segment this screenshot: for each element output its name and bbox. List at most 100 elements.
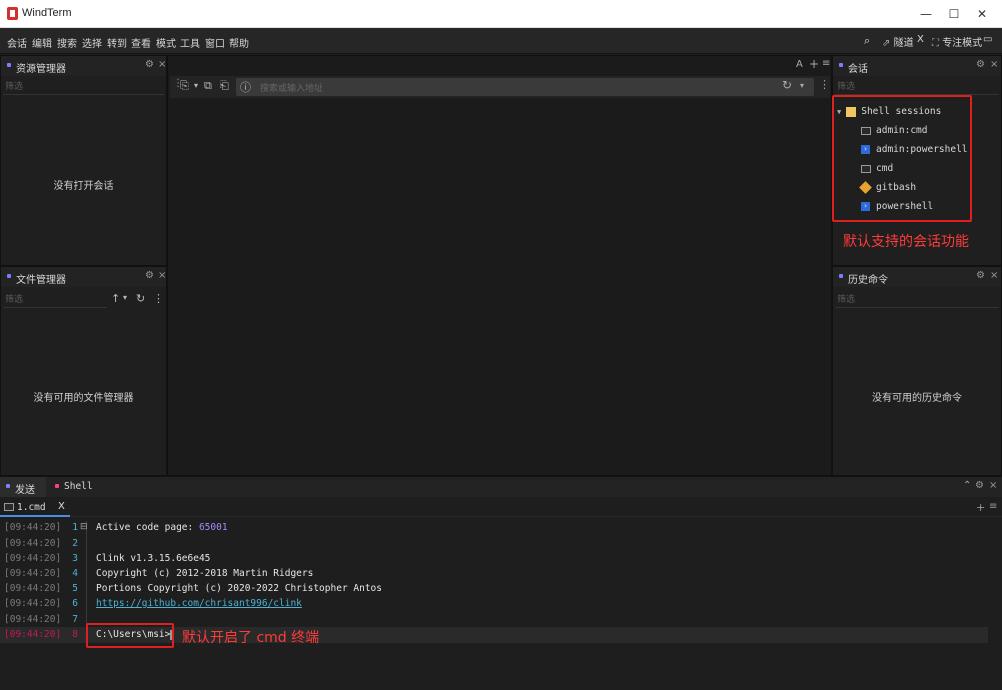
menu-help[interactable]: 帮助 [229, 35, 249, 50]
menu-edit[interactable]: 编辑 [32, 35, 52, 50]
explorer-filter-input[interactable]: 筛选 [3, 79, 164, 95]
refresh-icon[interactable]: ↻ [782, 78, 792, 92]
editor-area: A + ≡ ⋮ ⎘ ▾ ⧉ ⎗ ⓘ 搜索或输入地址 ↻ ▾ ⋮ [167, 55, 832, 476]
file-manager-empty-message: 没有可用的文件管理器 [33, 393, 134, 404]
maximize-button[interactable]: ☐ [940, 4, 968, 24]
close-tab-button[interactable]: X [58, 501, 65, 512]
window-title: WindTerm [22, 7, 72, 19]
chevron-down-icon[interactable]: ▾ [194, 81, 198, 90]
close-icon[interactable]: × [989, 480, 997, 491]
file-filter-input[interactable]: 筛选 [3, 292, 107, 308]
tunnel-icon: ⇗ [882, 38, 891, 49]
explorer-title: 资源管理器 [16, 64, 66, 75]
file-manager-header: 文件管理器 ⚙ × [1, 267, 166, 287]
menu-view[interactable]: 查看 [131, 35, 151, 50]
close-icon[interactable]: × [990, 270, 998, 281]
menu-mode[interactable]: 模式 [156, 35, 176, 50]
address-input[interactable]: ⓘ 搜索或输入地址 ↻ ▾ [236, 78, 814, 96]
explorer-header: 资源管理器 ⚙ × [1, 56, 166, 76]
gear-icon[interactable]: ⚙ [975, 480, 984, 491]
chevron-up-icon[interactable]: ⌃ [963, 480, 971, 491]
terminal-link[interactable]: https://github.com/chrisant996/clink [96, 598, 302, 609]
terminal-line: [09:44:20] [4, 522, 62, 533]
menu-select[interactable]: 选择 [82, 35, 102, 50]
history-header: 历史命令 ⚙ × [833, 267, 1001, 287]
terminal-line: [09:44:20] [4, 583, 62, 594]
x-button[interactable]: X [917, 34, 924, 45]
line-number: 7 [72, 614, 78, 625]
windterm-logo-icon [7, 7, 18, 20]
gear-icon[interactable]: ⚙ [145, 59, 154, 70]
menu-session[interactable]: 会话 [7, 35, 27, 50]
terminal-annotation: 默认开启了 cmd 终端 [182, 630, 320, 646]
line-number: 6 [72, 598, 78, 609]
tab-shell[interactable]: Shell [50, 477, 100, 497]
tunnel-button[interactable]: ⇗ 隧道 [882, 34, 914, 49]
tabs-menu-button[interactable]: ≡ [989, 501, 997, 512]
pin-icon [6, 484, 10, 488]
menu-tools[interactable]: 工具 [180, 35, 200, 50]
line-number: 4 [72, 568, 78, 579]
chevron-down-icon[interactable]: ▾ [800, 81, 804, 90]
annotation-highlight-box [832, 95, 972, 222]
history-panel: 历史命令 ⚙ × 筛选 没有可用的历史命令 [832, 266, 1002, 476]
fold-icon[interactable]: ⊟ [80, 522, 88, 532]
chevron-down-icon[interactable]: ▾ [123, 293, 127, 302]
minimize-button[interactable]: — [912, 4, 940, 24]
explorer-empty-message: 没有打开会话 [53, 181, 114, 192]
add-tab-button[interactable]: + [809, 57, 819, 71]
tab-send[interactable]: 发送 [0, 477, 46, 497]
sessions-filter-input[interactable]: 筛选 [835, 79, 999, 95]
file-manager-panel: 文件管理器 ⚙ × 筛选 ↑ ▾ ↻ ⋮ 没有可用的文件管理器 [0, 266, 167, 476]
sessions-header: 会话 ⚙ × [833, 56, 1001, 76]
new-session-icon[interactable]: ⎘ [180, 79, 189, 93]
copy-icon[interactable]: ⎗ [220, 79, 229, 93]
bottom-tab-bar: 发送 Shell ⌃ ⚙ × [0, 477, 1002, 497]
menu-search[interactable]: 搜索 [57, 35, 77, 50]
pin-icon [7, 63, 11, 67]
font-a-button[interactable]: A [796, 59, 803, 70]
search-icon[interactable]: ⌕ [864, 34, 870, 48]
terminal-line: [09:44:20] [4, 568, 62, 579]
line-number: 2 [72, 538, 78, 549]
address-placeholder: 搜索或输入地址 [260, 84, 324, 94]
address-toolbar: ⋮ ⎘ ▾ ⧉ ⎗ ⓘ 搜索或输入地址 ↻ ▾ ⋮ [170, 76, 830, 98]
title-bar: WindTerm — ☐ ✕ [0, 0, 1002, 28]
terminal-line: [09:44:20] [4, 553, 62, 564]
close-icon[interactable]: × [990, 59, 998, 70]
gear-icon[interactable]: ⚙ [976, 270, 985, 281]
cmd-icon [4, 503, 14, 511]
terminal-tab-1cmd[interactable]: 1.cmd X [0, 499, 70, 517]
terminal-text: Clink v1.3.15.6e6e45 [96, 553, 211, 564]
menu-goto[interactable]: 转到 [107, 35, 127, 50]
info-icon: ⓘ [240, 81, 251, 94]
history-filter-input[interactable]: 筛选 [835, 292, 999, 308]
more-icon[interactable]: ⋮ [819, 78, 830, 91]
terminal-panel: 发送 Shell ⌃ ⚙ × 1.cmd X + ≡ ⊟ [09:44:20] … [0, 476, 1002, 690]
line-number: 8 [72, 629, 78, 640]
menu-bar: 会话 编辑 搜索 选择 转到 查看 模式 工具 窗口 帮助 ⌕ ⇗ 隧道 X ⛶… [0, 28, 1002, 54]
history-title: 历史命令 [848, 275, 888, 286]
duplicate-icon[interactable]: ⧉ [204, 79, 212, 93]
terminal-line: [09:44:20] [4, 538, 62, 549]
focus-mode-button[interactable]: ⛶ 专注模式 [932, 34, 982, 49]
close-icon[interactable]: × [158, 59, 166, 70]
add-tab-button[interactable]: + [976, 501, 985, 514]
tabs-menu-button[interactable]: ≡ [822, 58, 830, 69]
terminal-line: [09:44:20] [4, 614, 62, 625]
close-icon[interactable]: × [158, 270, 166, 281]
terminal-tab-bar: 1.cmd X + ≡ [0, 499, 1002, 517]
gear-icon[interactable]: ⚙ [145, 270, 154, 281]
refresh-icon[interactable]: ↻ [136, 292, 145, 305]
sessions-title: 会话 [848, 64, 868, 75]
layout-icon[interactable]: ▭ [983, 34, 992, 45]
line-number: 3 [72, 553, 78, 564]
more-icon[interactable]: ⋮ [153, 292, 164, 305]
up-arrow-icon[interactable]: ↑ [111, 292, 120, 305]
gear-icon[interactable]: ⚙ [976, 59, 985, 70]
menu-window[interactable]: 窗口 [205, 35, 225, 50]
focus-icon: ⛶ [932, 38, 939, 49]
close-button[interactable]: ✕ [968, 4, 996, 24]
history-empty-message: 没有可用的历史命令 [872, 393, 962, 404]
sessions-annotation: 默认支持的会话功能 [843, 234, 969, 250]
